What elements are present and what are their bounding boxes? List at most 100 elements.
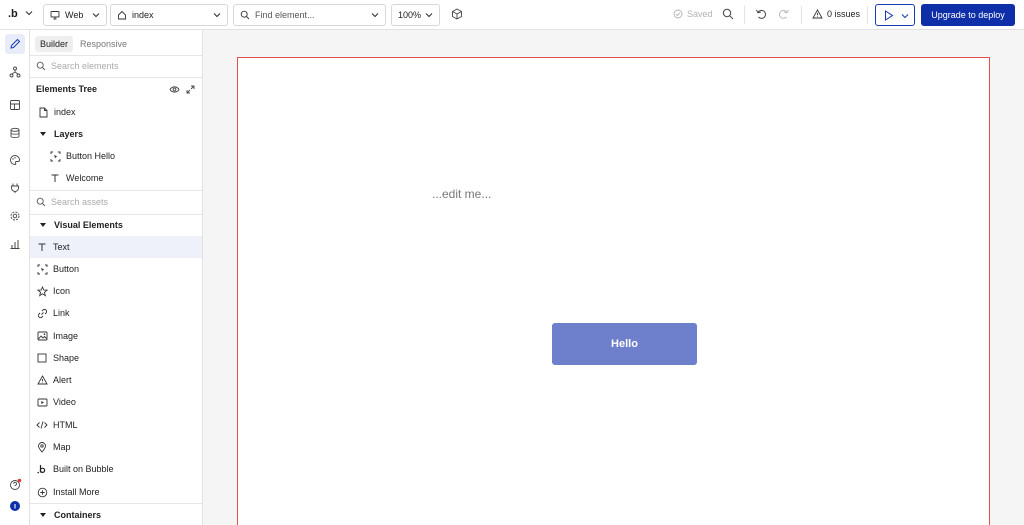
element-label: HTML bbox=[53, 420, 78, 430]
tree-item-label: Button Hello bbox=[66, 151, 116, 161]
search-icon[interactable] bbox=[722, 8, 734, 20]
bubble-logo[interactable]: .b bbox=[8, 8, 18, 20]
tree-item-layers[interactable]: Layers bbox=[30, 123, 202, 145]
tree-item-index[interactable]: index bbox=[30, 101, 202, 123]
chevron-down-icon bbox=[213, 13, 221, 18]
element-button[interactable]: Button bbox=[30, 258, 202, 280]
rail-styles[interactable] bbox=[5, 150, 25, 170]
square-icon bbox=[37, 353, 47, 363]
star-icon bbox=[36, 285, 48, 297]
eye-icon[interactable] bbox=[169, 85, 180, 94]
left-panel: Builder Responsive Elements Tree index L… bbox=[30, 30, 203, 525]
expand-icon[interactable] bbox=[186, 85, 195, 94]
caret-down-icon bbox=[40, 513, 46, 517]
element-alert[interactable]: Alert bbox=[30, 369, 202, 391]
element-built-on-bubble[interactable]: Built on Bubble bbox=[30, 458, 202, 480]
element-video[interactable]: Video bbox=[30, 391, 202, 413]
rail-design[interactable] bbox=[5, 34, 25, 54]
issues-indicator[interactable]: 0 issues bbox=[812, 9, 860, 19]
upgrade-to-deploy-button[interactable]: Upgrade to deploy bbox=[921, 4, 1015, 26]
element-shape[interactable]: Shape bbox=[30, 347, 202, 369]
preview-button[interactable] bbox=[875, 4, 915, 26]
panel-tabs: Builder Responsive bbox=[35, 36, 134, 52]
database-icon bbox=[10, 127, 20, 138]
element-label: Button bbox=[53, 264, 80, 274]
icon-rail bbox=[0, 30, 30, 525]
element-map[interactable]: Map bbox=[30, 436, 202, 458]
element-image[interactable]: Image bbox=[30, 325, 202, 347]
tree-item-button-hello[interactable]: Button Hello bbox=[30, 145, 202, 167]
tab-builder[interactable]: Builder bbox=[35, 36, 74, 52]
hello-button-element[interactable]: Hello bbox=[552, 323, 697, 365]
element-text[interactable]: Text bbox=[30, 236, 202, 258]
chevron-down-icon[interactable] bbox=[25, 9, 33, 17]
section-containers[interactable]: Containers bbox=[30, 504, 202, 525]
divider bbox=[867, 6, 868, 24]
caret-down-icon bbox=[40, 223, 46, 227]
link-icon bbox=[37, 308, 47, 318]
rail-account[interactable] bbox=[5, 496, 25, 516]
element-label: Shape bbox=[53, 353, 80, 363]
element-label: Icon bbox=[53, 286, 71, 296]
search-assets-input[interactable] bbox=[51, 197, 191, 207]
rail-help[interactable] bbox=[5, 474, 25, 494]
chevron-down-icon bbox=[92, 13, 100, 18]
welcome-text-element[interactable]: ...edit me... bbox=[432, 187, 491, 201]
saved-status: Saved bbox=[673, 9, 713, 19]
rail-workflow[interactable] bbox=[5, 62, 25, 82]
map-pin-icon bbox=[38, 441, 46, 453]
section-label: Containers bbox=[54, 510, 102, 520]
undo-icon[interactable] bbox=[755, 8, 767, 20]
zoom-dropdown[interactable]: 100% bbox=[391, 4, 440, 26]
find-element-dropdown[interactable]: Find element... bbox=[233, 4, 386, 26]
find-element-placeholder: Find element... bbox=[255, 10, 315, 20]
page-icon bbox=[39, 107, 47, 117]
cube-icon[interactable] bbox=[451, 8, 463, 20]
rail-settings[interactable] bbox=[5, 206, 25, 226]
button-icon bbox=[37, 264, 47, 274]
element-label: Install More bbox=[53, 487, 100, 497]
help-icon bbox=[9, 478, 21, 490]
plug-icon bbox=[11, 183, 19, 193]
rail-layout[interactable] bbox=[5, 95, 25, 115]
play-icon bbox=[885, 10, 894, 21]
platform-dropdown[interactable]: Web bbox=[43, 4, 107, 26]
canvas-area[interactable]: ...edit me... Hello bbox=[203, 30, 1024, 525]
elements-tree-title: Elements Tree bbox=[36, 84, 98, 94]
redo-icon[interactable] bbox=[778, 8, 790, 20]
search-icon bbox=[36, 197, 46, 207]
element-link[interactable]: Link bbox=[30, 302, 202, 324]
warning-icon bbox=[36, 375, 48, 385]
tree-item-label: Welcome bbox=[66, 173, 104, 183]
pencil-icon bbox=[10, 38, 21, 49]
divider bbox=[30, 77, 202, 78]
platform-label: Web bbox=[65, 10, 84, 20]
gear-icon bbox=[10, 211, 20, 221]
search-icon bbox=[240, 10, 250, 20]
tab-responsive[interactable]: Responsive bbox=[75, 36, 132, 52]
element-label: Map bbox=[53, 442, 71, 452]
element-label: Built on Bubble bbox=[53, 464, 114, 474]
element-install-more[interactable]: Install More bbox=[30, 481, 202, 503]
warning-icon bbox=[812, 9, 823, 19]
page-canvas[interactable]: ...edit me... Hello bbox=[237, 57, 990, 525]
element-label: Image bbox=[53, 331, 79, 341]
tree-item-label: Layers bbox=[54, 129, 84, 139]
page-dropdown[interactable]: index bbox=[110, 4, 228, 26]
search-elements-input[interactable] bbox=[51, 61, 191, 71]
section-visual-elements[interactable]: Visual Elements bbox=[30, 214, 202, 236]
element-label: Alert bbox=[53, 375, 72, 385]
code-icon bbox=[36, 421, 48, 429]
rail-logs[interactable] bbox=[5, 234, 25, 254]
tree-item-welcome[interactable]: Welcome bbox=[30, 167, 202, 189]
image-icon bbox=[37, 331, 47, 341]
zoom-label: 100% bbox=[398, 10, 422, 20]
avatar-icon bbox=[10, 501, 20, 511]
element-label: Video bbox=[53, 397, 76, 407]
check-circle-icon bbox=[673, 9, 683, 19]
page-label: index bbox=[132, 10, 154, 20]
rail-plugins[interactable] bbox=[5, 178, 25, 198]
element-html[interactable]: HTML bbox=[30, 414, 202, 436]
rail-data[interactable] bbox=[5, 123, 25, 143]
element-icon[interactable]: Icon bbox=[30, 280, 202, 302]
